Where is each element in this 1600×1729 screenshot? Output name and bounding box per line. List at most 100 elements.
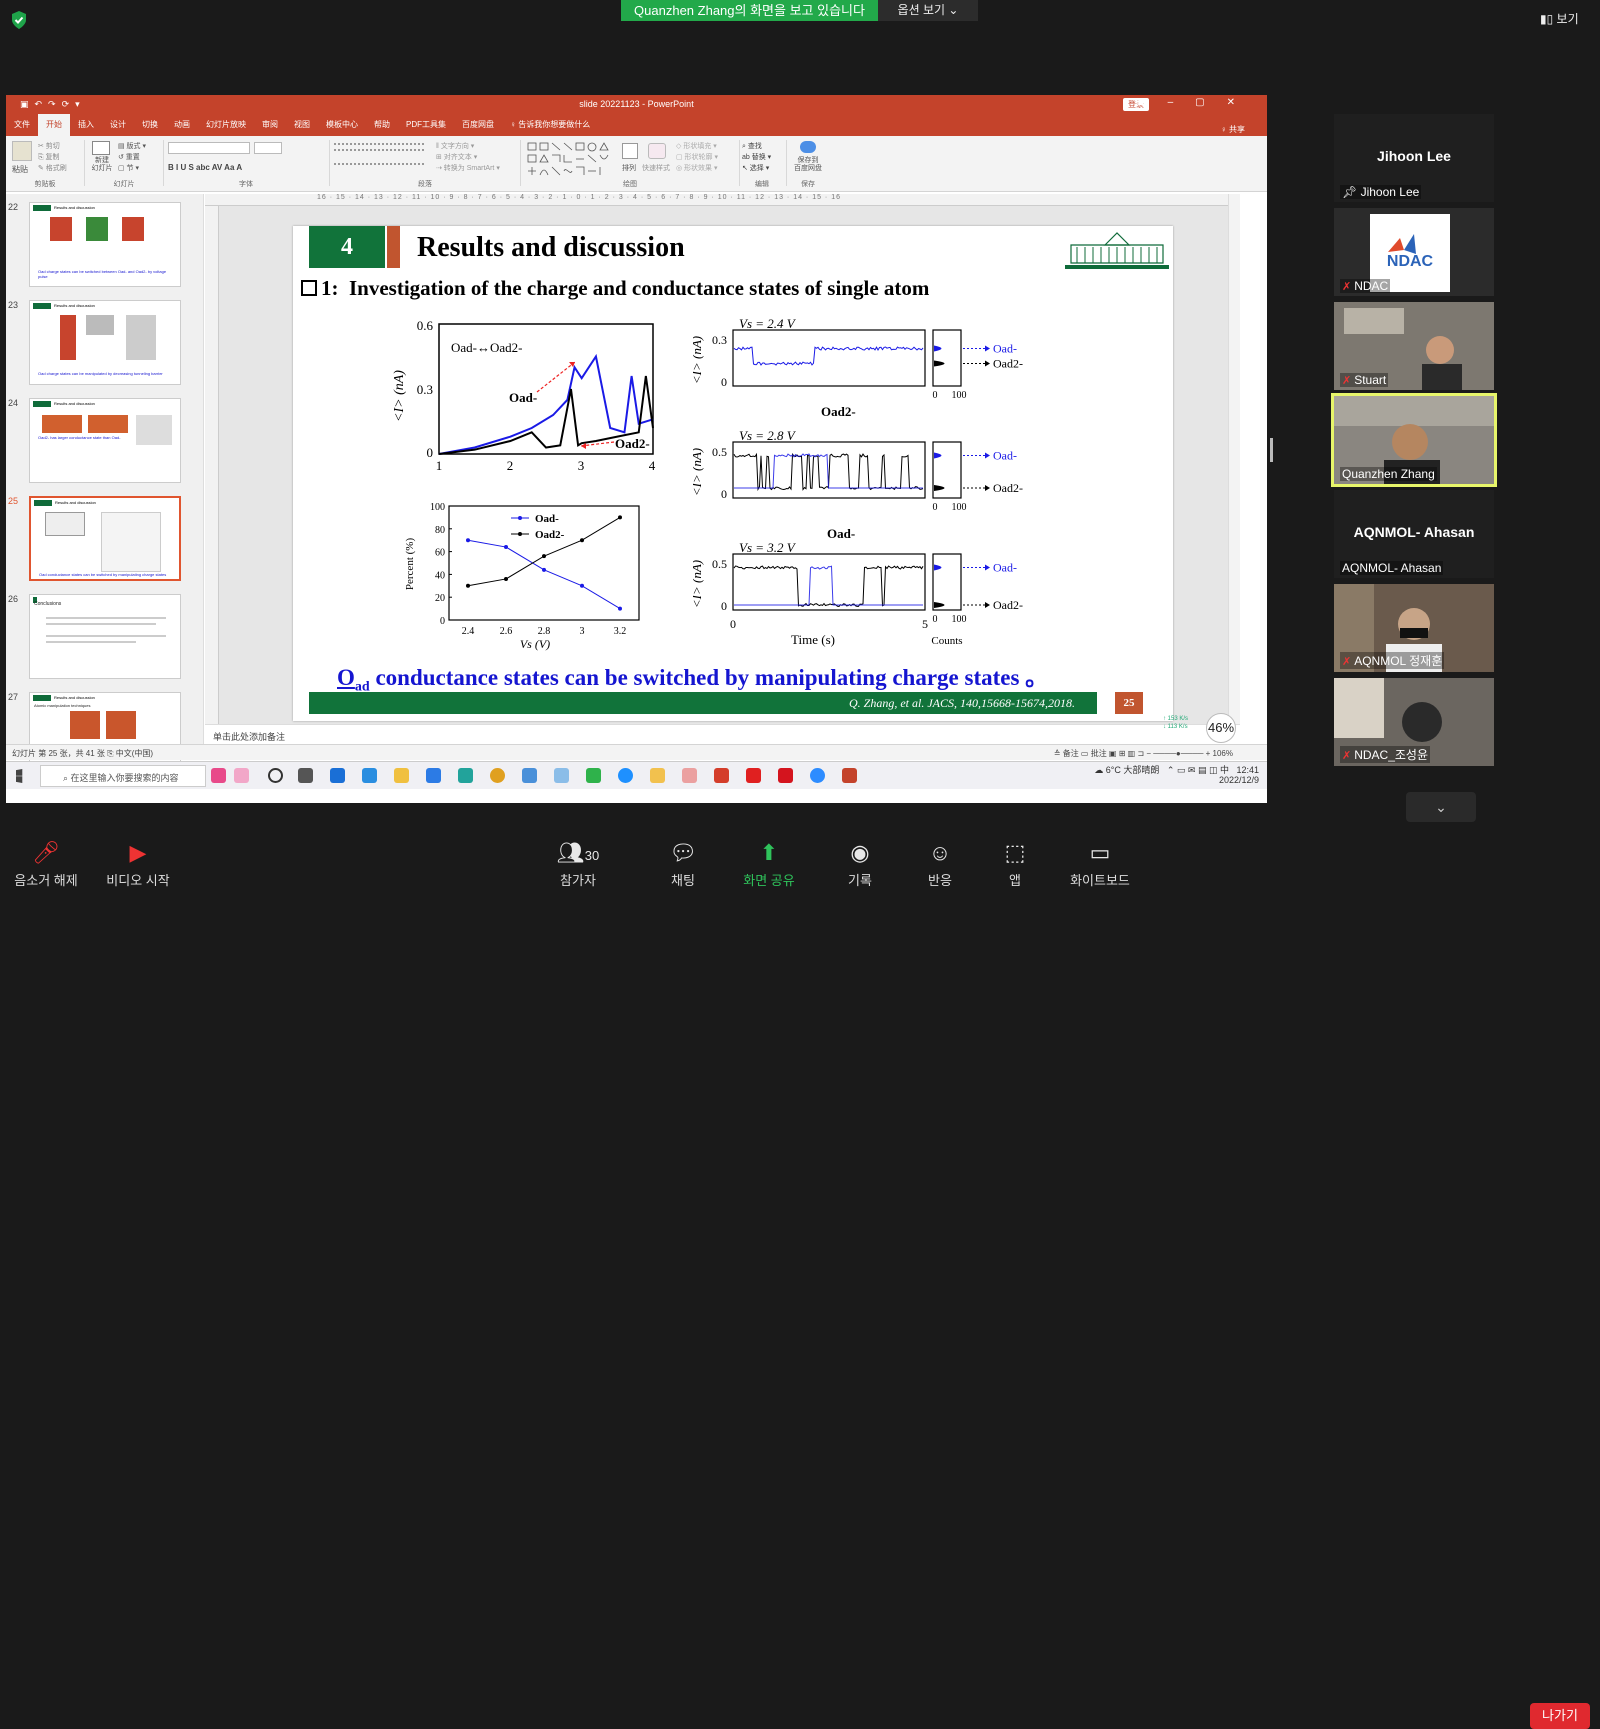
share-screen-button[interactable]: ⬆︎ 화면 공유 — [738, 840, 800, 889]
mute-button[interactable]: 🎤︎ 음소거 해제 — [14, 840, 78, 889]
align-buttons[interactable] — [334, 163, 424, 171]
whiteboard-button[interactable]: ▭ 화이트보드 — [1065, 840, 1135, 889]
tell-me-search[interactable]: ♀ 告诉我你想要做什么 — [502, 114, 598, 136]
panel-splitter[interactable] — [1270, 438, 1273, 462]
tab-file[interactable]: 文件 — [6, 114, 38, 136]
system-tray[interactable]: ☁ 6°C 大部晴朗 ⌃ ▭ ✉ ▤ ◫ 中 12:41 2022/12/9 — [1094, 765, 1259, 785]
section-button[interactable]: ▢ 节 ▾ — [118, 163, 146, 174]
app-icon[interactable] — [554, 768, 569, 783]
smartart-button[interactable]: ⇢ 转换为 SmartArt ▾ — [436, 163, 500, 174]
status-view-controls[interactable]: ≙ 备注 ▭ 批注 ▣ ⊞ ▥ ⊐ − ────●──── + 106% — [1054, 748, 1233, 759]
list-buttons[interactable] — [334, 143, 424, 151]
reactions-button[interactable]: ☺︎ 반응 — [920, 840, 960, 889]
shape-outline-button[interactable]: ▢ 形状轮廓 ▾ — [676, 152, 718, 163]
tab-baidu[interactable]: 百度网盘 — [454, 114, 502, 136]
windows-start-icon[interactable] — [16, 769, 23, 783]
text-direction-button[interactable]: ‖ 文字方向 ▾ — [436, 141, 500, 152]
tab-transitions[interactable]: 切换 — [134, 114, 166, 136]
slide-thumbnail[interactable]: Conclusions — [29, 594, 181, 679]
notes-pane[interactable]: 单击此处添加备注 — [205, 724, 1240, 744]
quick-styles-button[interactable]: 快速样式 — [642, 163, 670, 173]
folder-icon[interactable] — [394, 768, 409, 783]
tab-slideshow[interactable]: 幻灯片放映 — [198, 114, 254, 136]
tab-home[interactable]: 开始 — [38, 114, 70, 136]
paste-icon[interactable] — [12, 141, 32, 161]
participant-tile-active-speaker[interactable]: Quanzhen Zhang — [1331, 393, 1497, 487]
zoom-app-icon[interactable] — [810, 768, 825, 783]
shield-icon[interactable] — [10, 10, 28, 30]
tab-review[interactable]: 审阅 — [254, 114, 286, 136]
font-size-select[interactable] — [254, 142, 282, 154]
slide-thumbnail-selected[interactable]: Results and discussion Oad conductance s… — [29, 496, 181, 581]
reset-button[interactable]: ↺ 重置 — [118, 152, 146, 163]
participant-tile[interactable]: ✗ AQNMOL 정재훈 — [1334, 584, 1494, 672]
replace-button[interactable]: ab 替换 ▾ — [742, 152, 782, 163]
zoom-percent-badge[interactable]: 46% — [1206, 713, 1236, 743]
view-options-button[interactable]: 옵션 보기 ⌄ — [878, 0, 978, 21]
wechat-icon[interactable] — [586, 768, 601, 783]
format-painter-button[interactable]: ✎ 格式刷 — [38, 163, 67, 174]
quick-styles-icon[interactable] — [648, 143, 666, 159]
task-view-icon[interactable] — [298, 768, 313, 783]
tab-pdf[interactable]: PDF工具集 — [398, 114, 454, 136]
app-icon[interactable] — [682, 768, 697, 783]
arrange-icon[interactable] — [622, 143, 638, 159]
participant-tile[interactable]: ✗ Stuart — [1334, 302, 1494, 390]
app-icon[interactable] — [211, 768, 226, 783]
chrome-icon[interactable] — [490, 768, 505, 783]
view-button[interactable]: ▮▯ 보기 — [1540, 10, 1579, 27]
app-icon[interactable] — [714, 768, 729, 783]
mail-icon[interactable] — [362, 768, 377, 783]
slide-thumbnail[interactable]: Results and discussion Oad charge states… — [29, 202, 181, 287]
slide-thumbnail[interactable]: Results and discussion Oad charge states… — [29, 300, 181, 385]
apps-button[interactable]: ⬚ 앱 — [1000, 840, 1030, 889]
vertical-scrollbar[interactable] — [1228, 194, 1240, 742]
participant-tile[interactable]: AQNMOL- Ahasan AQNMOL- Ahasan — [1334, 490, 1494, 578]
app-icon[interactable] — [650, 768, 665, 783]
app-icon[interactable] — [330, 768, 345, 783]
copy-button[interactable]: ⎘ 复制 — [38, 152, 67, 163]
shape-effects-button[interactable]: ◎ 形状效果 ▾ — [676, 163, 718, 174]
tab-help[interactable]: 帮助 — [366, 114, 398, 136]
gallery-scroll-down-button[interactable]: ⌄ — [1406, 792, 1476, 822]
participant-tile[interactable]: Jihoon Lee 📌︎ Jihoon Lee — [1334, 114, 1494, 202]
select-button[interactable]: ↖ 选择 ▾ — [742, 163, 782, 174]
record-button[interactable]: ◉ 기록 — [840, 840, 880, 889]
align-text-button[interactable]: ⊞ 对齐文本 ▾ — [436, 152, 500, 163]
app-icon[interactable] — [426, 768, 441, 783]
shape-fill-button[interactable]: ◇ 形状填充 ▾ — [676, 141, 718, 152]
new-slide-button[interactable]: 新建 幻灯片 — [88, 157, 116, 173]
participant-tile[interactable]: NDAC ✗ NDAC — [1334, 208, 1494, 296]
tab-view[interactable]: 视图 — [286, 114, 318, 136]
participants-button[interactable]: 👥︎30 참가자 — [548, 840, 608, 889]
tab-animations[interactable]: 动画 — [166, 114, 198, 136]
edge-icon[interactable] — [458, 768, 473, 783]
leave-meeting-button[interactable]: 나가기 — [1530, 1703, 1590, 1729]
slide-canvas[interactable]: 4 Results and discussion 1: Investigatio… — [293, 226, 1173, 721]
new-slide-icon[interactable] — [92, 141, 110, 155]
shapes-gallery[interactable] — [526, 141, 612, 179]
window-controls[interactable]: ▣–▢✕ — [1136, 97, 1257, 108]
cloud-icon[interactable] — [800, 141, 816, 153]
skype-icon[interactable] — [618, 768, 633, 783]
tab-templates[interactable]: 模板中心 — [318, 114, 366, 136]
powerpoint-app-icon[interactable] — [842, 768, 857, 783]
taskbar-search-input[interactable]: ⌕ 在这里输入你要搜索的内容 — [40, 765, 206, 787]
arrange-button[interactable]: 排列 — [622, 163, 636, 173]
video-button[interactable]: ▶︎ 비디오 시작 — [103, 840, 173, 889]
slide-thumbnail[interactable]: Results and discussion Oad2- has larger … — [29, 398, 181, 483]
layout-button[interactable]: ▤ 版式 ▾ — [118, 141, 146, 152]
app-icon[interactable] — [234, 768, 249, 783]
participant-tile[interactable]: ✗ NDAC_조성윤 — [1334, 678, 1494, 766]
chat-button[interactable]: 💬︎ 채팅 — [663, 840, 703, 889]
font-format-buttons[interactable]: B I U S abc AV Aa A — [168, 163, 242, 172]
tab-insert[interactable]: 插入 — [70, 114, 102, 136]
save-to-cloud-button[interactable]: 保存到 百度网盘 — [790, 157, 826, 173]
find-button[interactable]: ⌕ 查找 — [742, 141, 782, 152]
tab-design[interactable]: 设计 — [102, 114, 134, 136]
app-icon[interactable] — [778, 768, 793, 783]
paste-button[interactable]: 粘贴 — [12, 164, 28, 175]
app-icon[interactable] — [522, 768, 537, 783]
cut-button[interactable]: ✂ 剪切 — [38, 141, 67, 152]
font-family-select[interactable] — [168, 142, 250, 154]
